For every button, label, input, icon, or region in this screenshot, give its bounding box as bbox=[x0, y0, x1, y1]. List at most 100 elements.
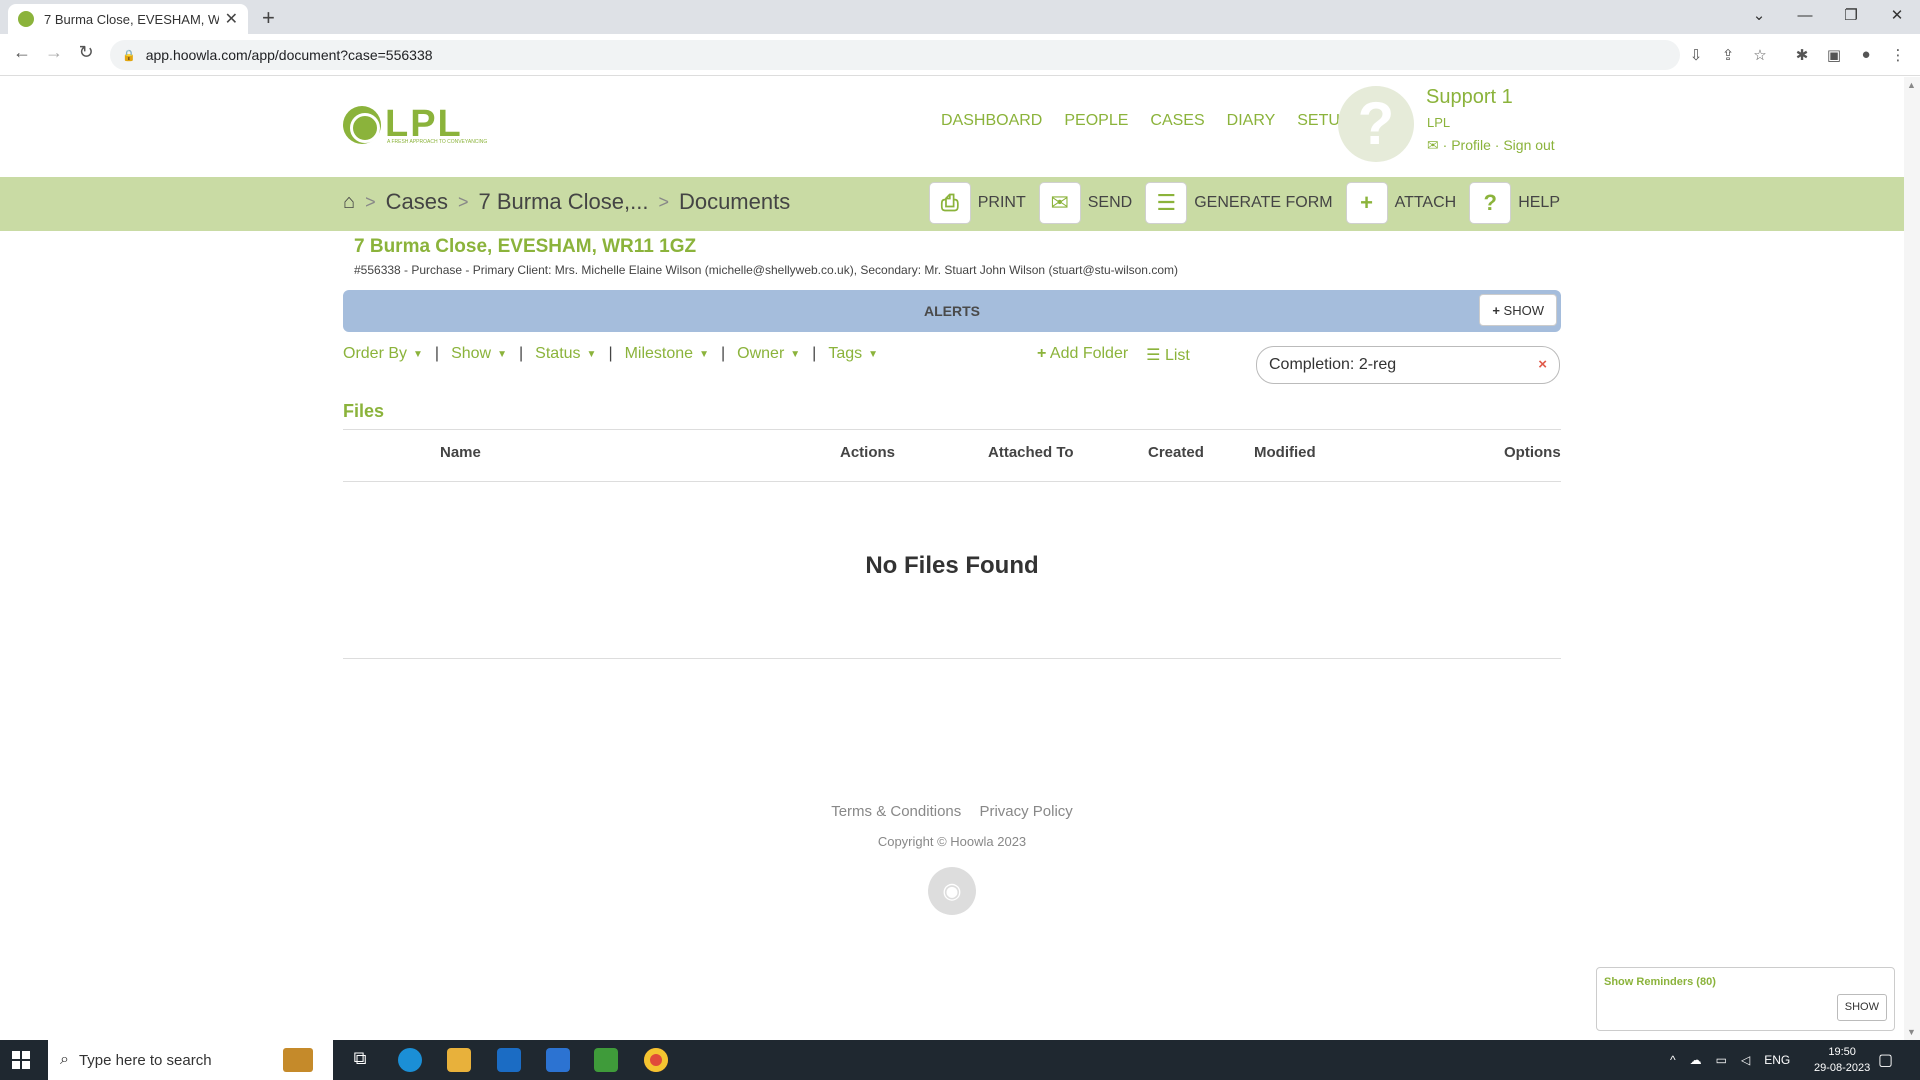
milestone-dropdown[interactable]: Milestone ▼ bbox=[625, 345, 709, 363]
notifications-icon[interactable]: ▢ bbox=[1878, 1040, 1893, 1080]
app-s-icon[interactable] bbox=[546, 1048, 570, 1072]
tags-dropdown[interactable]: Tags ▼ bbox=[828, 345, 878, 363]
link-separator: · bbox=[1442, 137, 1448, 153]
owner-label: Owner bbox=[737, 345, 785, 362]
cloud-icon[interactable]: ☁ bbox=[1690, 1053, 1702, 1067]
case-title[interactable]: 7 Burma Close, EVESHAM, WR11 1GZ bbox=[354, 236, 696, 258]
avatar[interactable]: ? bbox=[1338, 86, 1414, 162]
reminders-label[interactable]: Show Reminders (80) bbox=[1604, 976, 1716, 988]
breadcrumb-separator: > bbox=[658, 191, 669, 212]
browser-tab[interactable]: 7 Burma Close, EVESHAM, WR11 ✕ bbox=[8, 4, 248, 34]
vertical-scrollbar[interactable]: ▲ ▼ bbox=[1904, 77, 1920, 1040]
close-tab-icon[interactable]: ✕ bbox=[225, 9, 238, 29]
volume-muted-icon[interactable]: ◁ bbox=[1741, 1053, 1750, 1067]
search-value: Completion: 2-reg bbox=[1269, 356, 1397, 373]
language-indicator[interactable]: ENG bbox=[1764, 1053, 1790, 1067]
edge-icon[interactable] bbox=[398, 1048, 422, 1072]
attach-button[interactable]: + ATTACH bbox=[1346, 183, 1456, 223]
profile-icon[interactable]: ● bbox=[1856, 46, 1876, 63]
reminders-show-button[interactable]: SHOW bbox=[1836, 994, 1887, 1021]
close-window-icon[interactable]: ✕ bbox=[1874, 0, 1920, 30]
taskbar-search-placeholder: Type here to search bbox=[78, 1051, 212, 1069]
terms-link[interactable]: Terms & Conditions bbox=[831, 803, 961, 820]
alerts-show-label: SHOW bbox=[1503, 303, 1544, 318]
media-player-icon[interactable] bbox=[594, 1048, 618, 1072]
breadcrumb-separator: > bbox=[365, 191, 376, 212]
link-separator: · bbox=[1494, 137, 1500, 153]
network-icon[interactable]: ▭ bbox=[1716, 1053, 1727, 1067]
outlook-icon[interactable] bbox=[497, 1048, 521, 1072]
alerts-show-button[interactable]: + SHOW bbox=[1479, 294, 1557, 326]
nav-dashboard[interactable]: DASHBOARD bbox=[941, 112, 1042, 130]
new-tab-icon[interactable]: + bbox=[262, 5, 275, 31]
side-panel-icon[interactable]: ▣ bbox=[1824, 46, 1844, 64]
user-name: Support 1 bbox=[1426, 86, 1513, 108]
tag-search-input[interactable]: Completion: 2-reg × bbox=[1256, 346, 1560, 384]
add-folder-button[interactable]: + Add Folder bbox=[1037, 345, 1128, 365]
list-icon: ☰ bbox=[1146, 347, 1161, 364]
order-by-label: Order By bbox=[343, 345, 408, 362]
tags-label: Tags bbox=[828, 345, 863, 362]
scroll-down-icon[interactable]: ▼ bbox=[1907, 1027, 1916, 1037]
owner-dropdown[interactable]: Owner ▼ bbox=[737, 345, 800, 363]
column-header-created[interactable]: Created bbox=[1148, 444, 1204, 461]
install-icon[interactable]: ⇩ bbox=[1686, 46, 1706, 64]
clock[interactable]: 19:50 29-08-2023 bbox=[1814, 1044, 1870, 1076]
generate-label: GENERATE FORM bbox=[1194, 194, 1333, 211]
windows-taskbar: ⌕ Type here to search ⧉ ^ ☁ ▭ ◁ ENG 19:5… bbox=[0, 1040, 1920, 1080]
filter-separator: | bbox=[608, 345, 613, 362]
menu-kebab-icon[interactable]: ⋮ bbox=[1888, 46, 1908, 64]
home-icon[interactable]: ⌂ bbox=[343, 191, 355, 214]
url-text: app.hoowla.com/app/document?case=556338 bbox=[145, 47, 433, 63]
file-explorer-icon[interactable] bbox=[447, 1048, 471, 1072]
profile-link[interactable]: Profile bbox=[1451, 137, 1491, 153]
nav-people[interactable]: PEOPLE bbox=[1064, 112, 1128, 130]
windows-start-icon[interactable] bbox=[12, 1051, 30, 1069]
alerts-bar: ALERTS + SHOW bbox=[343, 290, 1561, 332]
column-header-modified[interactable]: Modified bbox=[1254, 444, 1316, 461]
column-header-name[interactable]: Name bbox=[440, 444, 481, 461]
nav-cases[interactable]: CASES bbox=[1150, 112, 1204, 130]
forward-icon[interactable]: → bbox=[41, 42, 67, 63]
briefcase-icon bbox=[283, 1048, 313, 1072]
plus-icon: + bbox=[1346, 183, 1387, 223]
task-view-icon[interactable]: ⧉ bbox=[348, 1048, 372, 1072]
extensions-icon[interactable]: ✱ bbox=[1792, 46, 1812, 64]
taskbar-search-input[interactable]: ⌕ Type here to search bbox=[48, 1040, 333, 1080]
chevron-up-icon[interactable]: ^ bbox=[1670, 1053, 1676, 1067]
generate-form-button[interactable]: ☰ GENERATE FORM bbox=[1146, 183, 1333, 223]
column-header-options: Options bbox=[1504, 444, 1561, 461]
envelope-icon[interactable]: ✉ bbox=[1427, 137, 1439, 153]
send-button[interactable]: ✉ SEND bbox=[1039, 183, 1132, 223]
chrome-icon[interactable] bbox=[644, 1048, 668, 1072]
footer-links: Terms & Conditions Privacy Policy bbox=[0, 803, 1904, 820]
show-dropdown[interactable]: Show ▼ bbox=[451, 345, 507, 363]
help-button[interactable]: ? HELP bbox=[1470, 183, 1560, 223]
filter-separator: | bbox=[812, 345, 817, 362]
minimize-icon[interactable]: — bbox=[1782, 0, 1828, 30]
breadcrumb-cases[interactable]: Cases bbox=[386, 189, 448, 215]
filter-bar: Order By ▼ | Show ▼ | Status ▼ | Milestone ▼… bbox=[343, 345, 878, 363]
list-view-button[interactable]: ☰ List bbox=[1146, 345, 1190, 365]
scroll-up-icon[interactable]: ▲ bbox=[1907, 80, 1916, 90]
column-header-attached-to[interactable]: Attached To bbox=[988, 444, 1074, 461]
reload-icon[interactable]: ↻ bbox=[73, 42, 99, 63]
print-button[interactable]: ⎙ PRINT bbox=[929, 183, 1026, 223]
order-by-dropdown[interactable]: Order By ▼ bbox=[343, 345, 423, 363]
breadcrumb-case[interactable]: 7 Burma Close,... bbox=[478, 189, 648, 215]
lpl-logo[interactable]: LPL A FRESH APPROACH TO CONVEYANCING bbox=[343, 103, 487, 146]
restore-icon[interactable]: ❐ bbox=[1828, 0, 1874, 30]
status-dropdown[interactable]: Status ▼ bbox=[535, 345, 596, 363]
signout-link[interactable]: Sign out bbox=[1503, 137, 1554, 153]
bookmark-star-icon[interactable]: ☆ bbox=[1750, 46, 1770, 64]
tab-search-icon[interactable]: ⌄ bbox=[1736, 0, 1782, 30]
share-icon[interactable]: ⇪ bbox=[1718, 46, 1738, 64]
copyright: Copyright © Hoowla 2023 bbox=[877, 834, 1027, 849]
alerts-label: ALERTS bbox=[924, 303, 980, 319]
breadcrumb: ⌂ > Cases > 7 Burma Close,... > Document… bbox=[343, 189, 790, 215]
privacy-link[interactable]: Privacy Policy bbox=[979, 803, 1072, 820]
nav-diary[interactable]: DIARY bbox=[1227, 112, 1276, 130]
back-icon[interactable]: ← bbox=[9, 42, 35, 63]
clear-search-icon[interactable]: × bbox=[1538, 347, 1547, 383]
address-bar[interactable]: 🔒 app.hoowla.com/app/document?case=55633… bbox=[110, 40, 1680, 70]
